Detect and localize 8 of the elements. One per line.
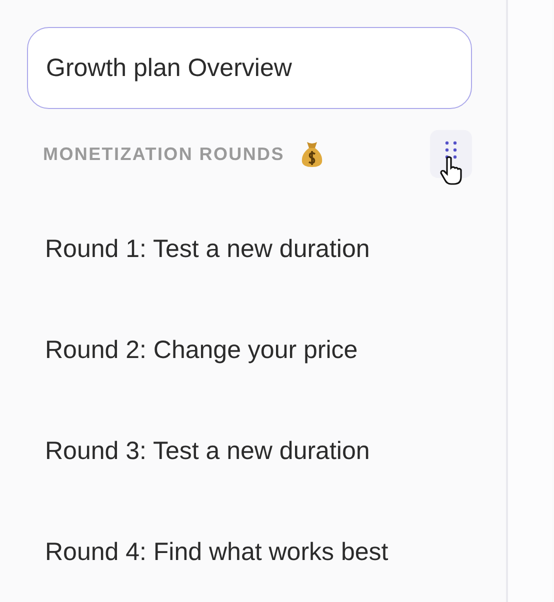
section-title: MONETIZATION ROUNDS	[43, 142, 284, 166]
money-bag-icon	[300, 140, 324, 168]
pointer-cursor-icon	[440, 156, 464, 186]
round-item[interactable]: Round 3: Test a new duration	[27, 401, 370, 502]
round-item[interactable]: Round 4: Find what works best	[27, 502, 388, 602]
title-field[interactable]: Growth plan Overview	[27, 27, 472, 109]
round-item[interactable]: Round 1: Test a new duration	[27, 199, 370, 300]
round-item[interactable]: Round 2: Change your price	[27, 300, 358, 401]
